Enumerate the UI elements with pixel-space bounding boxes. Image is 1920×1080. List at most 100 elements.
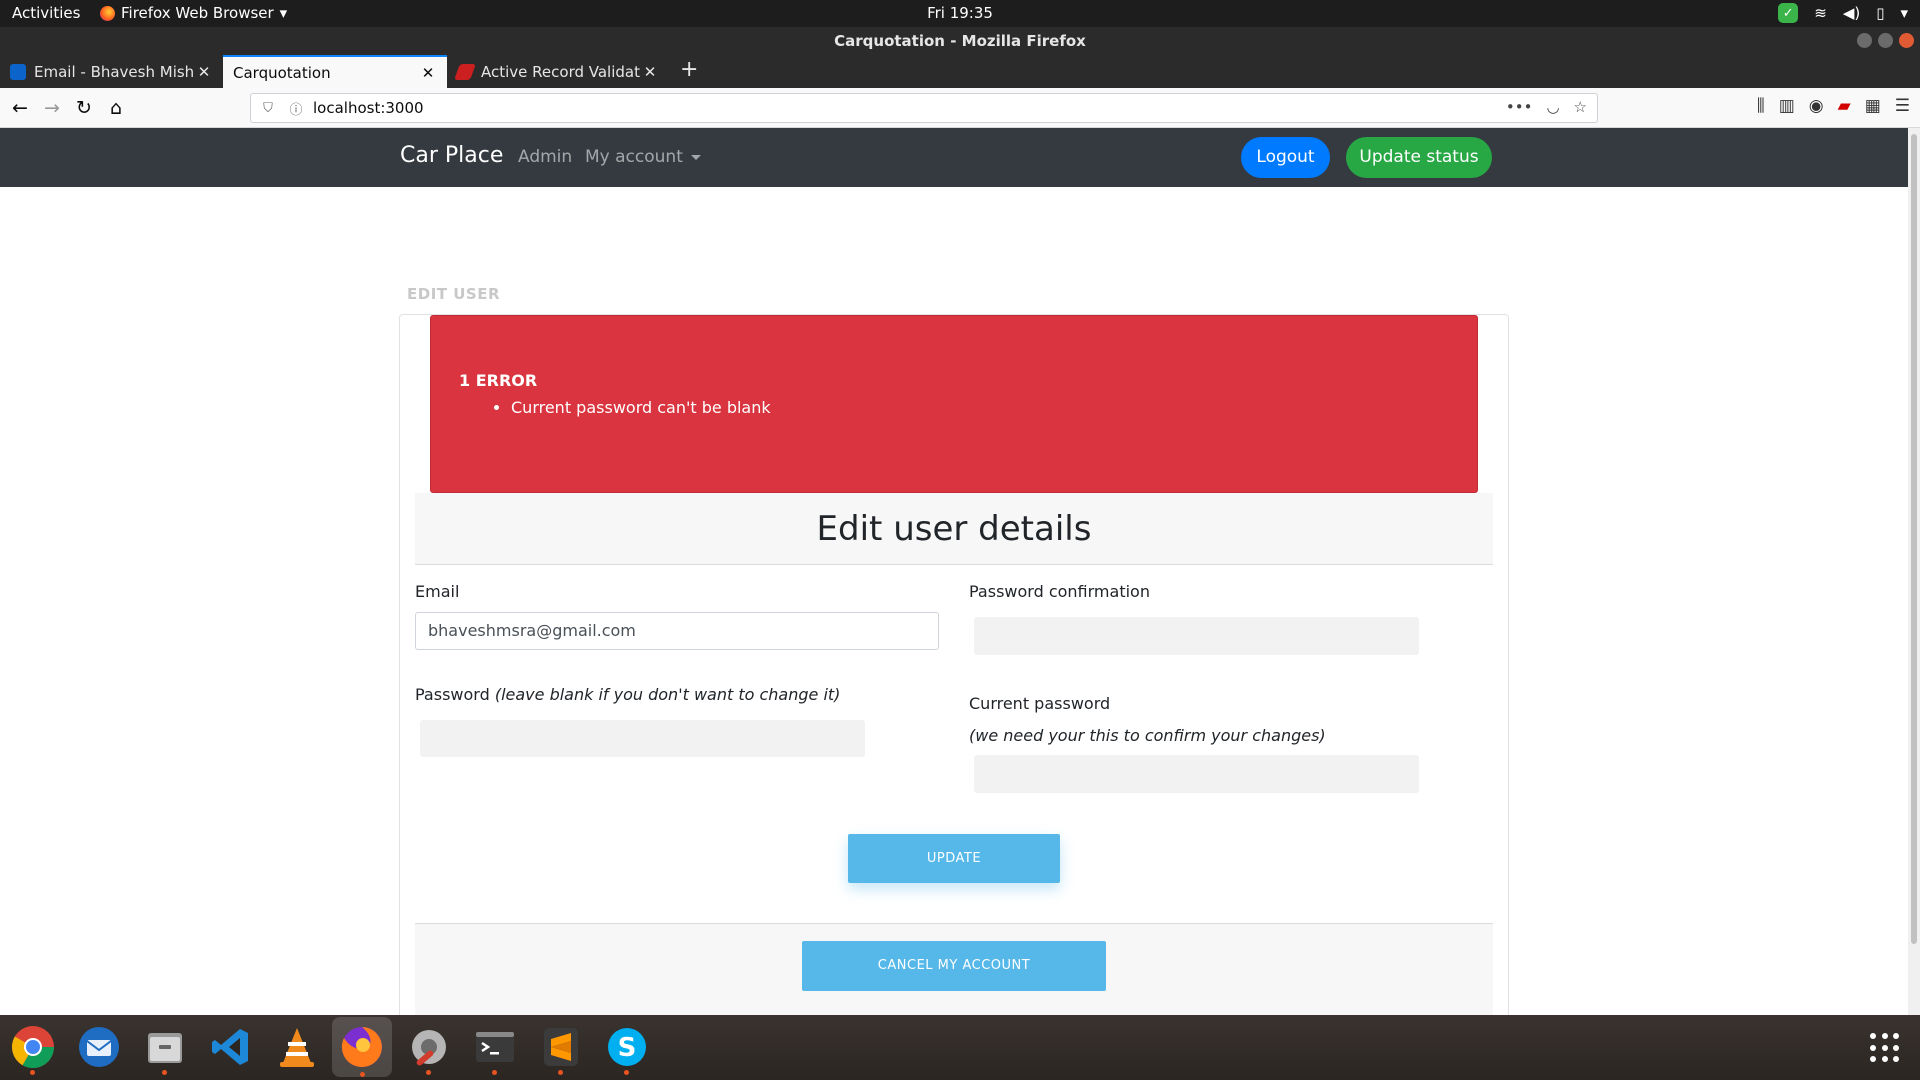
navigation-toolbar: ← → ↻ ⌂ ⛉ ⓘ localhost:3000 ••• ◡ ☆ ⫼ ▥ ◉…: [0, 88, 1920, 128]
settings-icon[interactable]: [405, 1023, 453, 1075]
password-confirmation-field[interactable]: [974, 617, 1419, 655]
logout-button[interactable]: Logout: [1241, 137, 1330, 178]
sublime-icon[interactable]: [537, 1023, 585, 1075]
page-scrollbar[interactable]: [1908, 128, 1920, 1015]
running-indicator: [426, 1070, 431, 1075]
page-content: Car Place Admin My account Logout Update…: [0, 128, 1908, 1015]
error-message: Current password can't be blank: [511, 398, 771, 417]
page-actions-icon[interactable]: •••: [1506, 98, 1533, 116]
brand-link[interactable]: Car Place: [400, 143, 503, 168]
rails-icon: [454, 63, 476, 80]
site-navbar: Car Place Admin My account Logout Update…: [0, 128, 1908, 187]
running-indicator: [30, 1070, 35, 1075]
app-menu[interactable]: Firefox Web Browser ▾: [100, 4, 287, 22]
pocket-icon[interactable]: ◡: [1546, 98, 1559, 116]
nav-link-admin[interactable]: Admin: [518, 147, 572, 167]
tab-active-record[interactable]: Active Record Validation ✕: [447, 55, 669, 88]
sidebar-icon[interactable]: ▥: [1779, 96, 1795, 116]
close-icon[interactable]: ✕: [641, 63, 659, 81]
clock[interactable]: Fri 19:35: [927, 4, 993, 22]
card-title: Edit user details: [816, 509, 1092, 549]
vlc-icon[interactable]: [273, 1023, 321, 1071]
thunderbird-icon[interactable]: [75, 1023, 123, 1071]
password-hint: (leave blank if you don't want to change…: [494, 685, 841, 704]
battery-icon[interactable]: ▯: [1876, 4, 1884, 22]
scrollbar-thumb[interactable]: [1911, 134, 1917, 944]
dock: S: [0, 1015, 1920, 1080]
password-label-text: Password: [415, 685, 490, 704]
home-icon[interactable]: ⌂: [104, 96, 128, 120]
url-text[interactable]: localhost:3000: [313, 99, 424, 117]
minimize-button[interactable]: [1857, 33, 1872, 48]
card-header: Edit user details: [415, 493, 1493, 565]
running-indicator: [360, 1072, 365, 1077]
skype-icon[interactable]: S: [603, 1023, 651, 1075]
password-label: Password (leave blank if you don't want …: [415, 685, 840, 704]
password-field[interactable]: [420, 720, 865, 757]
system-top-bar: Activities Firefox Web Browser ▾ Fri 19:…: [0, 0, 1920, 27]
tab-label: Active Record Validation: [481, 62, 641, 81]
firefox-icon[interactable]: [332, 1017, 392, 1077]
terminal-icon[interactable]: [471, 1023, 519, 1075]
password-confirmation-label: Password confirmation: [969, 582, 1150, 601]
tab-strip: Email - Bhavesh Mishra - ✕ Carquotation …: [0, 55, 1920, 88]
new-tab-button[interactable]: +: [680, 57, 698, 82]
account-icon[interactable]: ◉: [1809, 96, 1824, 116]
close-icon[interactable]: ✕: [419, 64, 437, 82]
app-menu-label: Firefox Web Browser: [121, 4, 274, 22]
email-label: Email: [415, 582, 460, 601]
bookmark-star-icon[interactable]: ☆: [1574, 98, 1587, 116]
running-indicator: [624, 1070, 629, 1075]
vscode-icon[interactable]: [207, 1023, 255, 1071]
svg-text:S: S: [618, 1033, 637, 1063]
tab-email[interactable]: Email - Bhavesh Mishra - ✕: [0, 55, 223, 88]
window-titlebar: Carquotation - Mozilla Firefox: [0, 27, 1920, 55]
running-indicator: [162, 1070, 167, 1075]
error-alert: 1 ERROR Current password can't be blank: [430, 315, 1478, 493]
maximize-button[interactable]: [1878, 33, 1893, 48]
firefox-icon: [100, 5, 115, 21]
nav-link-label: My account: [585, 147, 683, 167]
cancel-account-button[interactable]: CANCEL MY ACCOUNT: [802, 941, 1106, 991]
extension-grid-icon[interactable]: ▦: [1865, 96, 1881, 116]
system-tray[interactable]: ✓ ≋ ◀) ▯ ▾: [1778, 3, 1908, 23]
section-title: EDIT USER: [407, 285, 501, 303]
update-status-button[interactable]: Update status: [1346, 137, 1492, 178]
volume-icon[interactable]: ◀): [1843, 4, 1860, 22]
wifi-icon[interactable]: ≋: [1814, 4, 1827, 22]
running-indicator: [558, 1070, 563, 1075]
hamburger-menu-icon[interactable]: ☰: [1895, 96, 1910, 116]
forward-icon[interactable]: →: [40, 96, 64, 120]
chevron-down-icon: ▾: [279, 4, 288, 22]
reload-icon[interactable]: ↻: [72, 96, 96, 120]
url-bar[interactable]: ⛉ ⓘ localhost:3000 ••• ◡ ☆: [250, 93, 1598, 123]
files-icon[interactable]: [141, 1023, 189, 1075]
shield-icon[interactable]: ⛉: [257, 101, 279, 116]
show-applications-icon[interactable]: [1870, 1033, 1900, 1063]
close-window-button[interactable]: [1899, 33, 1914, 48]
window-title: Carquotation - Mozilla Firefox: [834, 32, 1086, 50]
activities-button[interactable]: Activities: [12, 4, 80, 22]
outlook-icon: [10, 63, 26, 80]
info-icon[interactable]: ⓘ: [285, 99, 307, 118]
chrome-icon[interactable]: [9, 1023, 57, 1075]
current-password-label: Current password: [969, 694, 1111, 713]
email-field[interactable]: bhaveshmsra@gmail.com: [415, 612, 939, 650]
check-icon[interactable]: ✓: [1778, 3, 1799, 23]
tab-carquotation[interactable]: Carquotation ✕: [223, 55, 447, 88]
nav-link-my-account[interactable]: My account: [585, 147, 701, 167]
close-icon[interactable]: ✕: [195, 63, 213, 81]
caret-down-icon: [690, 154, 701, 160]
back-icon[interactable]: ←: [8, 96, 32, 120]
extension-icon[interactable]: ▰: [1838, 96, 1851, 116]
current-password-field[interactable]: [974, 755, 1419, 793]
error-list: Current password can't be blank: [471, 398, 771, 417]
tab-label: Carquotation: [233, 63, 331, 82]
update-button[interactable]: UPDATE: [848, 834, 1060, 883]
current-password-hint: (we need your this to confirm your chang…: [969, 726, 1326, 745]
running-indicator: [492, 1070, 497, 1075]
error-count: 1 ERROR: [459, 371, 538, 390]
chevron-down-icon[interactable]: ▾: [1900, 4, 1908, 22]
tab-label: Email - Bhavesh Mishra -: [34, 62, 195, 81]
library-icon[interactable]: ⫼: [1757, 96, 1765, 116]
